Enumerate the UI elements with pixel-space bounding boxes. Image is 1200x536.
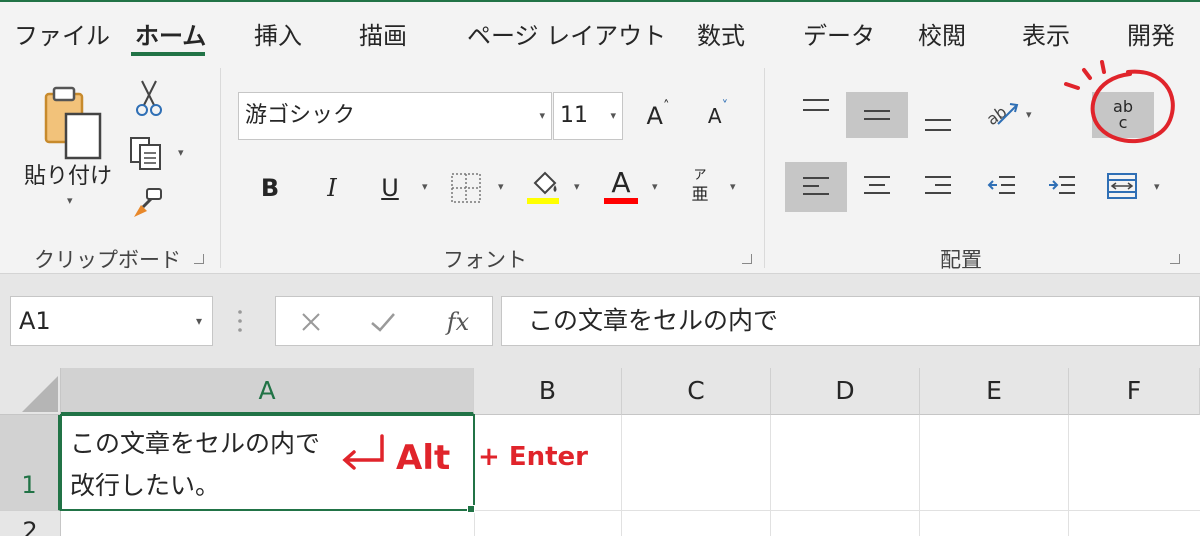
tab-formulas[interactable]: 数式 xyxy=(697,16,745,51)
increase-indent-icon[interactable] xyxy=(1042,166,1082,206)
alignment-group-label: 配置 xyxy=(940,248,982,272)
copy-dropdown-arrow[interactable]: ▾ xyxy=(178,146,184,159)
align-center-icon[interactable] xyxy=(857,166,897,206)
column-header-b[interactable]: B xyxy=(474,368,622,415)
chevron-down-icon: ▾ xyxy=(539,109,545,122)
borders-icon[interactable] xyxy=(448,170,484,206)
align-left-icon[interactable] xyxy=(785,162,847,212)
tab-data[interactable]: データ xyxy=(803,16,875,51)
orientation-icon[interactable]: ab xyxy=(982,92,1022,132)
chevron-down-icon: ▾ xyxy=(610,109,616,122)
formula-input[interactable]: この文章をセルの内で xyxy=(501,296,1200,346)
top-align-icon[interactable] xyxy=(796,88,836,128)
underline-dropdown-arrow[interactable]: ▾ xyxy=(422,180,428,193)
column-header-f[interactable]: F xyxy=(1069,368,1200,415)
insert-function-button[interactable]: fx xyxy=(438,305,478,339)
row-header-2[interactable]: 2 xyxy=(0,511,61,536)
annotation-alt: Alt xyxy=(396,438,451,478)
tab-file[interactable]: ファイル xyxy=(14,16,110,51)
paste-icon[interactable] xyxy=(38,82,106,162)
font-size-combo[interactable]: 11 ▾ xyxy=(553,92,623,140)
font-color-swatch xyxy=(604,198,638,204)
annotation-enter: + Enter xyxy=(478,442,588,472)
chevron-down-icon: ▾ xyxy=(195,314,202,328)
tab-home[interactable]: ホーム xyxy=(135,16,206,51)
tab-developer[interactable]: 開発 xyxy=(1127,16,1175,51)
tab-page-layout[interactable]: ページ レイアウト xyxy=(467,16,666,51)
return-arrow-icon xyxy=(342,434,384,470)
merge-dropdown-arrow[interactable]: ▾ xyxy=(1154,180,1160,193)
gridline xyxy=(919,415,920,536)
fill-handle[interactable] xyxy=(467,505,475,513)
row-header-1[interactable]: 1 xyxy=(0,415,61,511)
copy-icon[interactable] xyxy=(126,134,166,172)
fill-color-swatch xyxy=(527,198,559,204)
italic-button[interactable]: I xyxy=(314,168,350,208)
column-header-c[interactable]: C xyxy=(622,368,771,415)
font-group-label: フォント xyxy=(443,248,527,272)
alignment-launcher-icon[interactable] xyxy=(1170,254,1180,264)
font-size-value: 11 xyxy=(560,103,588,128)
font-launcher-icon[interactable] xyxy=(742,254,752,264)
underline-button[interactable]: U xyxy=(372,168,408,208)
tab-view[interactable]: 表示 xyxy=(1022,16,1070,51)
phonetic-guide-button[interactable]: ア 亜 xyxy=(688,168,712,210)
phonetic-dropdown-arrow[interactable]: ▾ xyxy=(730,180,736,193)
formula-bar-grip-icon[interactable] xyxy=(236,306,244,336)
orientation-dropdown-arrow[interactable]: ▾ xyxy=(1026,108,1032,121)
format-painter-icon[interactable] xyxy=(130,186,166,222)
tab-insert[interactable]: 挿入 xyxy=(254,16,302,51)
tab-review[interactable]: 校閲 xyxy=(918,16,966,51)
name-box[interactable]: A1 ▾ xyxy=(10,296,213,346)
group-separator xyxy=(764,68,765,268)
increase-font-size-icon: A xyxy=(646,102,663,130)
cell-a1-line-1: この文章をセルの内で xyxy=(70,429,321,458)
paste-button[interactable]: 貼り付け xyxy=(24,158,112,190)
fill-color-icon[interactable] xyxy=(526,166,562,202)
column-header-a[interactable]: A xyxy=(61,368,474,415)
increase-font-size-button[interactable]: A ˄ xyxy=(638,96,678,136)
gridline xyxy=(474,511,475,536)
ribbon-tabs: ファイル ホーム 挿入 描画 ページ レイアウト 数式 データ 校閲 表示 開発 xyxy=(0,0,1200,58)
clipboard-group-label: クリップボード xyxy=(34,248,181,272)
gridline xyxy=(770,415,771,536)
fill-color-dropdown-arrow[interactable]: ▾ xyxy=(574,180,580,193)
column-header-d[interactable]: D xyxy=(771,368,920,415)
font-color-button[interactable]: A xyxy=(604,164,638,200)
annotation-circle xyxy=(1064,60,1175,144)
cancel-icon[interactable] xyxy=(296,307,326,337)
name-box-value: A1 xyxy=(19,307,51,335)
decrease-indent-icon[interactable] xyxy=(982,166,1022,206)
formula-bar-area: A1 ▾ fx この文章をセルの内で xyxy=(0,274,1200,368)
font-color-dropdown-arrow[interactable]: ▾ xyxy=(652,180,658,193)
worksheet-grid: A B C D E F 1 2 この文章をセルの内で 改行したい。 Alt + … xyxy=(0,368,1200,536)
align-right-icon[interactable] xyxy=(918,166,958,206)
cut-icon[interactable] xyxy=(132,78,166,118)
select-all-button[interactable] xyxy=(0,368,61,415)
gridline xyxy=(1068,415,1069,536)
font-name-combo[interactable]: 游ゴシック ▾ xyxy=(238,92,552,140)
ribbon: 貼り付け ▾ ▾ クリップボード 游ゴシック ▾ 11 ▾ A ˄ A ˅ B … xyxy=(0,58,1200,274)
group-separator xyxy=(220,68,221,268)
bold-button[interactable]: B xyxy=(252,168,288,208)
bottom-align-icon[interactable] xyxy=(918,102,958,142)
formula-buttons: fx xyxy=(275,296,493,346)
column-header-e[interactable]: E xyxy=(920,368,1069,415)
merge-center-icon[interactable] xyxy=(1102,166,1142,206)
decrease-font-size-icon: A xyxy=(707,104,722,128)
font-name-value: 游ゴシック xyxy=(245,103,356,128)
paste-dropdown-arrow[interactable]: ▾ xyxy=(67,194,73,207)
gridline xyxy=(621,415,622,536)
decrease-font-size-button[interactable]: A ˅ xyxy=(698,96,738,136)
cell-a1-line-2: 改行したい。 xyxy=(70,471,221,500)
borders-dropdown-arrow[interactable]: ▾ xyxy=(498,180,504,193)
middle-align-icon[interactable] xyxy=(846,92,908,138)
enter-check-icon[interactable] xyxy=(368,307,398,337)
active-tab-underline xyxy=(131,52,205,56)
tab-draw[interactable]: 描画 xyxy=(359,16,407,51)
clipboard-launcher-icon[interactable] xyxy=(194,254,204,264)
